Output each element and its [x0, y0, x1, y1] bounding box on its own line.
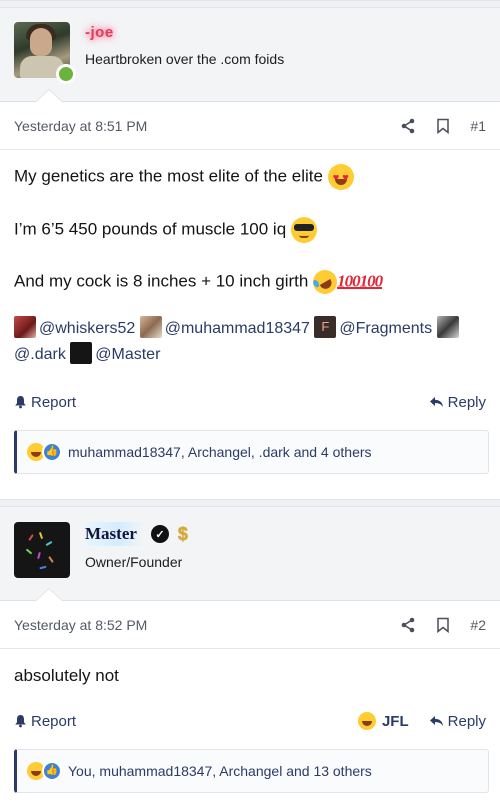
mention-avatar: F [314, 316, 337, 338]
hundred-emoji-icon: 100100 [337, 271, 383, 291]
bell-icon [15, 396, 26, 409]
laughing-emoji-icon [357, 712, 376, 730]
message-text: And my cock is 8 inches + 10 inch girth [14, 271, 309, 291]
post-2: Master ✓ $ Owner/Founder Yesterday at 8:… [0, 507, 500, 793]
reply-label[interactable]: Reply [448, 394, 486, 411]
reply-button[interactable]: Reply [429, 713, 486, 730]
online-status-icon [56, 64, 76, 84]
post-actions: Report Reply [0, 382, 500, 422]
message-text: I’m 6’5 450 pounds of muscle 100 iq [14, 219, 287, 239]
post-body: My genetics are the most elite of the el… [0, 150, 500, 368]
mention-link[interactable]: @Master [95, 346, 160, 363]
post-date[interactable]: Yesterday at 8:51 PM [14, 118, 400, 134]
like-thumb-icon: 👍 [42, 442, 62, 462]
mention-link[interactable]: @.dark [14, 346, 66, 363]
post-1: -joe Heartbroken over the .com foids Yes… [0, 8, 500, 474]
user-title: Owner/Founder [85, 554, 183, 570]
share-icon[interactable] [400, 118, 416, 134]
bell-icon [15, 715, 26, 728]
mention-avatar [14, 316, 36, 338]
report-label[interactable]: Report [31, 713, 76, 730]
mention-link[interactable]: @Fragments [339, 320, 432, 337]
reactions-bar[interactable]: 👍 muhammad18347, Archangel, .dark and 4 … [14, 430, 489, 474]
reply-button[interactable]: Reply [429, 394, 486, 411]
post-meta: Yesterday at 8:51 PM #1 [0, 102, 500, 150]
mention-dark[interactable]: @.dark [14, 346, 66, 363]
mention-link[interactable]: @muhammad18347 [165, 320, 310, 337]
reply-arrow-icon [429, 397, 443, 407]
message-line: My genetics are the most elite of the el… [14, 164, 486, 190]
report-label[interactable]: Report [31, 394, 76, 411]
sunglasses-emoji-icon [290, 217, 317, 243]
avatar[interactable] [14, 22, 76, 84]
thread-page: -joe Heartbroken over the .com foids Yes… [0, 0, 500, 805]
mention-master[interactable]: @Master [70, 342, 160, 364]
top-separator [0, 0, 500, 8]
reactions-text[interactable]: muhammad18347, Archangel, .dark and 4 ot… [68, 444, 372, 460]
bookmark-icon[interactable] [436, 617, 450, 633]
reply-label[interactable]: Reply [448, 713, 486, 730]
user-title: Heartbroken over the .com foids [85, 51, 285, 67]
post-2-user-block: Master ✓ $ Owner/Founder [0, 507, 500, 601]
post-separator [0, 499, 500, 507]
mention-avatar [70, 342, 93, 364]
message-text: absolutely not [14, 666, 119, 685]
post-meta: Yesterday at 8:52 PM #2 [0, 601, 500, 649]
mention-avatar [139, 316, 162, 338]
post-actions: Report JFL Reply [0, 701, 500, 741]
verified-check-icon: ✓ [150, 525, 169, 543]
message-line: And my cock is 8 inches + 10 inch girth … [14, 265, 486, 299]
post-body: absolutely not [0, 649, 500, 687]
like-thumb-icon: 👍 [42, 761, 62, 781]
reactions-text[interactable]: You, muhammad18347, Archangel and 13 oth… [68, 763, 372, 779]
mention-fragments[interactable]: F @Fragments [314, 316, 432, 338]
post-date[interactable]: Yesterday at 8:52 PM [14, 617, 400, 633]
username[interactable]: -joe [85, 24, 284, 41]
bookmark-icon[interactable] [436, 118, 450, 134]
share-icon[interactable] [400, 617, 416, 633]
post-1-user-block: -joe Heartbroken over the .com foids [0, 8, 500, 102]
mention-whiskers52[interactable]: @whiskers52 [14, 316, 135, 338]
mentions: @whiskers52 @muhammad18347 F @Fragments @… [14, 316, 486, 368]
reply-arrow-icon [429, 716, 443, 726]
message-line: I’m 6’5 450 pounds of muscle 100 iq [14, 217, 486, 243]
heart-eyes-emoji-icon [327, 164, 354, 190]
username[interactable]: Master [85, 522, 143, 546]
mention-muhammad18347[interactable]: @muhammad18347 [139, 316, 310, 338]
post-number[interactable]: #2 [470, 617, 486, 633]
mention-link[interactable]: @whiskers52 [39, 320, 135, 337]
mention-avatar [436, 316, 459, 338]
report-button[interactable]: Report [14, 394, 76, 411]
message-text: My genetics are the most elite of the el… [14, 166, 323, 186]
post-number[interactable]: #1 [470, 118, 486, 134]
dollar-icon: $ [177, 523, 188, 544]
avatar[interactable] [14, 522, 70, 578]
jfl-label[interactable]: JFL [382, 713, 409, 730]
report-button[interactable]: Report [14, 713, 76, 730]
jfl-reaction-button[interactable]: JFL [357, 712, 409, 730]
reactions-bar[interactable]: 👍 You, muhammad18347, Archangel and 13 o… [14, 749, 489, 793]
